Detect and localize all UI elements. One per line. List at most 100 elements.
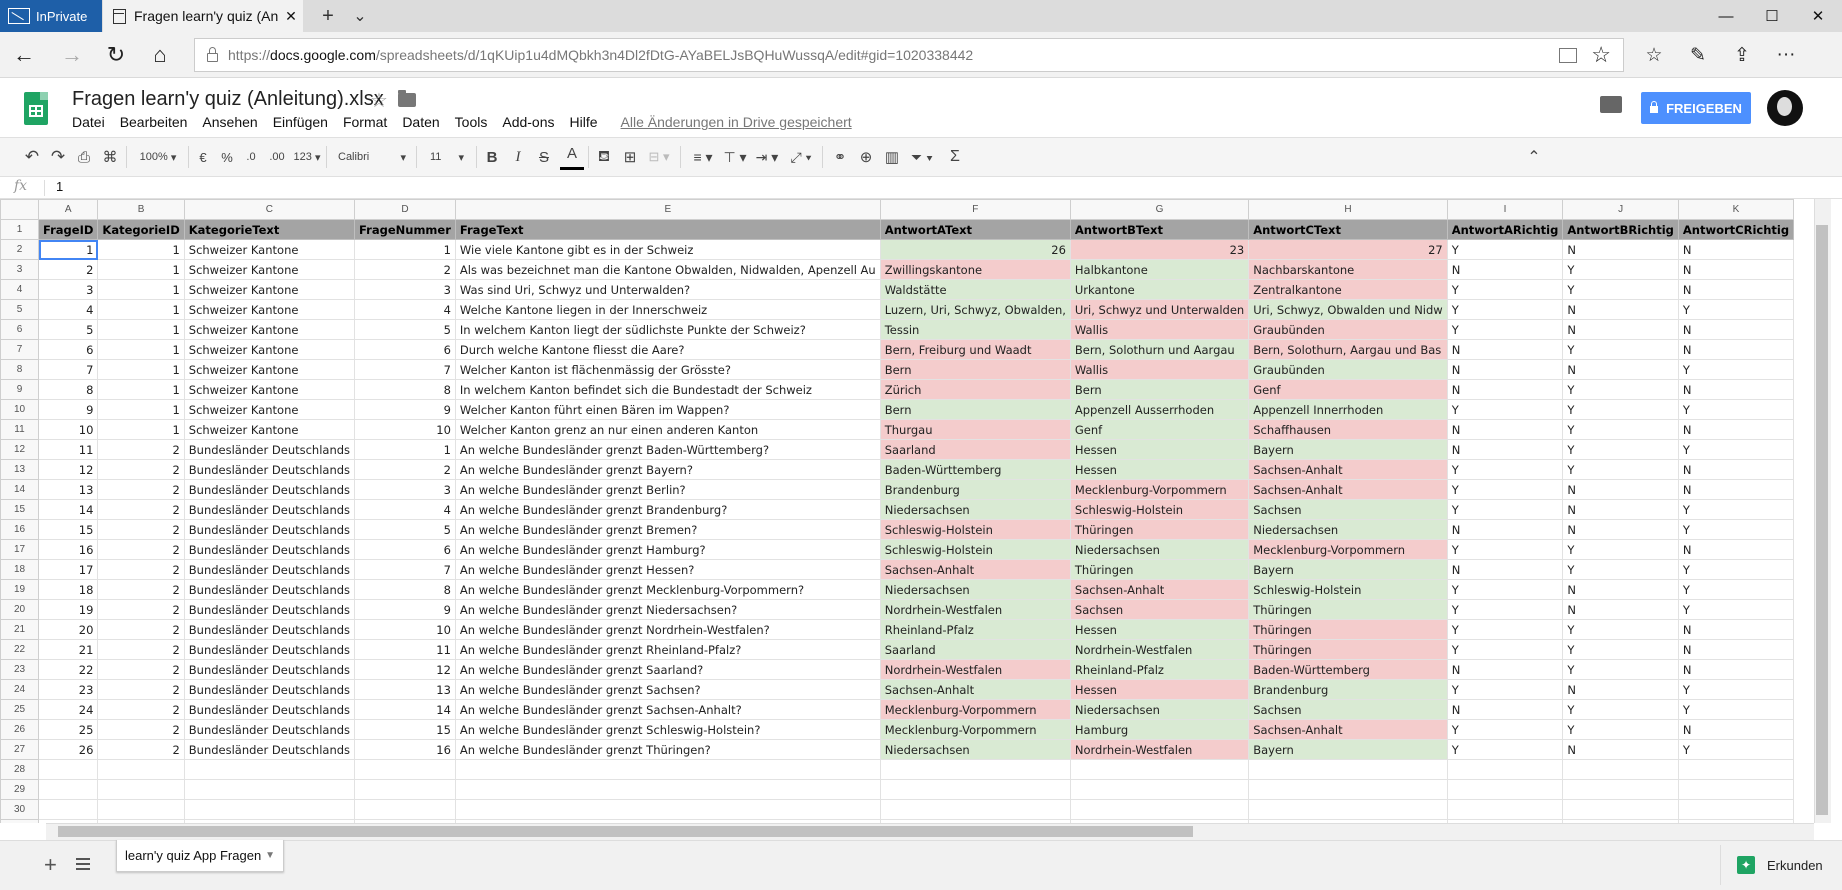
- currency-format-button[interactable]: €: [192, 137, 214, 177]
- cell-antwort-c-richtig[interactable]: Y: [1677, 299, 1795, 320]
- cell-kategorie-text[interactable]: Schweizer Kantone: [183, 239, 356, 260]
- cell-antwort-c-text[interactable]: 27: [1248, 239, 1448, 260]
- cell-kategorie-text[interactable]: Bundesländer Deutschlands: [183, 559, 356, 580]
- cell-frage-text[interactable]: An welche Bundesländer grenzt Bayern?: [454, 459, 881, 480]
- empty-cell[interactable]: [1248, 799, 1448, 820]
- cell-antwort-b-richtig[interactable]: Y: [1562, 639, 1679, 660]
- collapse-chevron-up-icon[interactable]: ⌃: [1522, 137, 1546, 177]
- cell-antwort-b-text[interactable]: Thüringen: [1069, 559, 1250, 580]
- cell-frage-id[interactable]: 24: [37, 699, 99, 720]
- cell-antwort-b-richtig[interactable]: N: [1562, 319, 1679, 340]
- cell-frage-id[interactable]: 25: [37, 719, 99, 740]
- cell-frage-text[interactable]: Was sind Uri, Schwyz und Unterwalden?: [454, 279, 881, 300]
- cell-frage-text[interactable]: An welche Bundesländer grenzt Sachsen?: [454, 679, 881, 700]
- column-header-a[interactable]: A: [37, 199, 99, 220]
- cell-frage-id[interactable]: 10: [37, 419, 99, 440]
- cell-antwort-c-text[interactable]: Bayern: [1248, 739, 1448, 760]
- cell-antwort-b-richtig[interactable]: Y: [1562, 399, 1679, 420]
- cell-antwort-a-richtig[interactable]: Y: [1446, 399, 1564, 420]
- cell-frage-text[interactable]: Welcher Kanton ist flächenmässig der Grö…: [454, 359, 881, 380]
- cell-antwort-b-text[interactable]: Hessen: [1069, 439, 1250, 460]
- formula-input[interactable]: 1: [56, 179, 63, 194]
- cell-antwort-c-richtig[interactable]: Y: [1677, 579, 1795, 600]
- cell-frage-text[interactable]: An welche Bundesländer grenzt Saarland?: [454, 659, 881, 680]
- tab-close-icon[interactable]: ✕: [279, 8, 303, 25]
- cell-antwort-b-richtig[interactable]: Y: [1562, 439, 1679, 460]
- menu-format[interactable]: Format: [343, 114, 387, 130]
- cell-antwort-c-text[interactable]: Schaffhausen: [1248, 419, 1448, 440]
- cell-frage-id[interactable]: 6: [37, 339, 99, 360]
- row-header[interactable]: 7: [0, 339, 39, 360]
- cell-kategorie-text[interactable]: Schweizer Kantone: [183, 379, 356, 400]
- cell-antwort-a-richtig[interactable]: Y: [1446, 279, 1564, 300]
- new-tab-button[interactable]: +: [312, 0, 344, 32]
- cell-antwort-b-text[interactable]: Genf: [1069, 419, 1250, 440]
- cell-frage-nummer[interactable]: 8: [354, 579, 456, 600]
- cell-kategorie-id[interactable]: 2: [97, 739, 185, 760]
- cell-kategorie-text[interactable]: Bundesländer Deutschlands: [183, 599, 356, 620]
- menu-einfuegen[interactable]: Einfügen: [273, 114, 328, 130]
- cell-kategorie-id[interactable]: 1: [97, 419, 185, 440]
- cell-frage-nummer[interactable]: 5: [354, 319, 456, 340]
- decrease-decimal-button[interactable]: .0: [240, 137, 262, 177]
- cell-antwort-c-text[interactable]: Sachsen-Anhalt: [1248, 459, 1448, 480]
- empty-cell[interactable]: [1248, 759, 1448, 780]
- cell-frage-nummer[interactable]: 8: [354, 379, 456, 400]
- empty-cell[interactable]: [1069, 759, 1250, 780]
- cell-antwort-c-text[interactable]: Sachsen-Anhalt: [1248, 719, 1448, 740]
- cell-antwort-b-richtig[interactable]: N: [1562, 239, 1679, 260]
- empty-cell[interactable]: [879, 759, 1071, 780]
- vertical-scroll-thumb[interactable]: [1816, 225, 1828, 815]
- empty-cell[interactable]: [1446, 799, 1564, 820]
- row-header[interactable]: 15: [0, 499, 39, 520]
- cell-frage-id[interactable]: 19: [37, 599, 99, 620]
- back-arrow-icon[interactable]: ←: [4, 38, 44, 72]
- empty-cell[interactable]: [354, 779, 456, 800]
- redo-icon[interactable]: ↷: [46, 137, 70, 177]
- font-size-select[interactable]: 11 ▾: [422, 137, 472, 177]
- cell-antwort-a-text[interactable]: Sachsen-Anhalt: [879, 559, 1071, 580]
- empty-cell[interactable]: [1248, 779, 1448, 800]
- row-header[interactable]: 10: [0, 399, 39, 420]
- cell-frage-nummer[interactable]: 3: [354, 279, 456, 300]
- row-header[interactable]: 17: [0, 539, 39, 560]
- cell-antwort-b-text[interactable]: Halbkantone: [1069, 259, 1250, 280]
- home-icon[interactable]: ⌂: [140, 38, 180, 72]
- cell-kategorie-text[interactable]: Bundesländer Deutschlands: [183, 719, 356, 740]
- cell-antwort-c-richtig[interactable]: N: [1677, 539, 1795, 560]
- cell-frage-id[interactable]: 9: [37, 399, 99, 420]
- row-header[interactable]: 18: [0, 559, 39, 580]
- row-header[interactable]: 4: [0, 279, 39, 300]
- cell-kategorie-text[interactable]: Bundesländer Deutschlands: [183, 619, 356, 640]
- empty-cell[interactable]: [1677, 759, 1795, 780]
- cell-antwort-a-richtig[interactable]: Y: [1446, 499, 1564, 520]
- empty-cell[interactable]: [1562, 779, 1679, 800]
- cell-kategorie-id[interactable]: 2: [97, 519, 185, 540]
- cell-antwort-c-text[interactable]: Niedersachsen: [1248, 519, 1448, 540]
- cell-frage-nummer[interactable]: 12: [354, 659, 456, 680]
- cell-frage-nummer[interactable]: 1: [354, 439, 456, 460]
- cell-antwort-c-text[interactable]: Mecklenburg-Vorpommern: [1248, 539, 1448, 560]
- undo-icon[interactable]: ↶: [20, 137, 44, 177]
- cell-frage-text[interactable]: An welche Bundesländer grenzt Brandenbur…: [454, 499, 881, 520]
- empty-cell[interactable]: [97, 779, 185, 800]
- cell-antwort-a-text[interactable]: Niedersachsen: [879, 739, 1071, 760]
- cell-frage-nummer[interactable]: 6: [354, 339, 456, 360]
- row-header[interactable]: 14: [0, 479, 39, 500]
- cell-frage-id[interactable]: 17: [37, 559, 99, 580]
- cell-antwort-c-richtig[interactable]: N: [1677, 379, 1795, 400]
- cell-frage-id[interactable]: 15: [37, 519, 99, 540]
- cell-frage-text[interactable]: An welche Bundesländer grenzt Niedersach…: [454, 599, 881, 620]
- cell-kategorie-text[interactable]: Bundesländer Deutschlands: [183, 479, 356, 500]
- cell-antwort-c-richtig[interactable]: Y: [1677, 739, 1795, 760]
- row-header[interactable]: 1: [0, 219, 39, 240]
- row-header[interactable]: 2: [0, 239, 39, 260]
- italic-button[interactable]: I: [506, 137, 530, 177]
- row-header[interactable]: 11: [0, 419, 39, 440]
- cell-kategorie-text[interactable]: Bundesländer Deutschlands: [183, 579, 356, 600]
- cell-antwort-b-text[interactable]: Schleswig-Holstein: [1069, 499, 1250, 520]
- avatar[interactable]: [1767, 90, 1803, 126]
- column-header-b[interactable]: B: [97, 199, 185, 220]
- cell-frage-id[interactable]: 12: [37, 459, 99, 480]
- cell-antwort-c-text[interactable]: Thüringen: [1248, 639, 1448, 660]
